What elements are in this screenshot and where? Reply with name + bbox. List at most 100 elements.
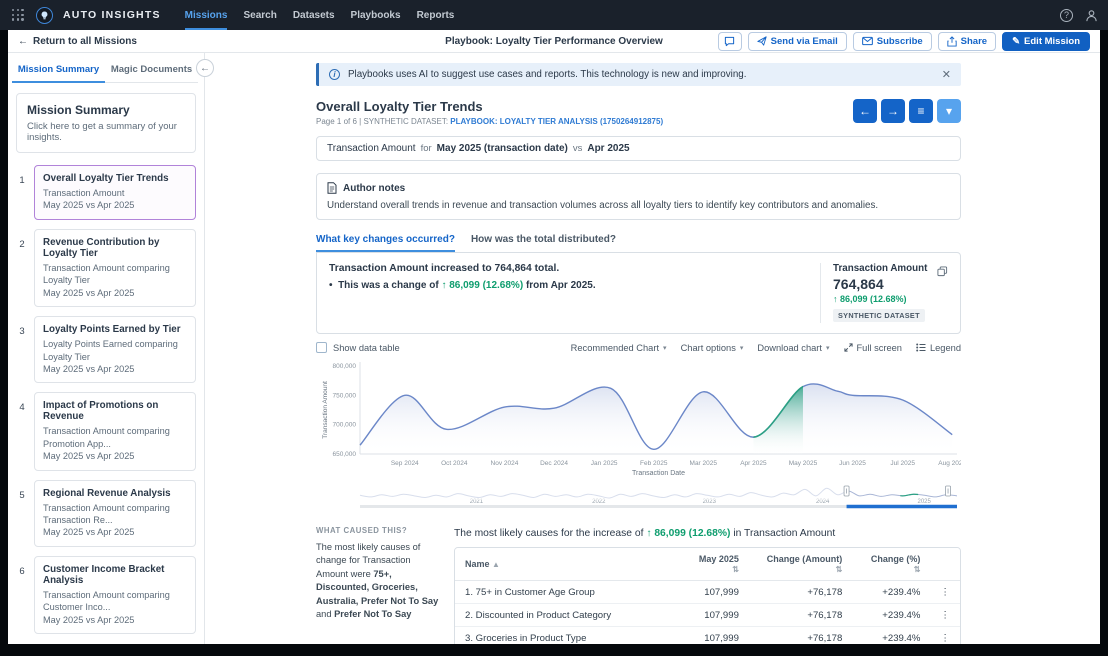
measure-filter-bar[interactable]: Transaction Amount for May 2025 (transac… [316, 136, 961, 161]
banner-text: Playbooks uses AI to suggest use cases a… [348, 69, 746, 80]
change-value: ↑ 86,099 (12.68%) [646, 528, 730, 539]
sidebar-tabs: Mission Summary Magic Documents [12, 57, 198, 83]
insight-card[interactable]: Loyalty Points Earned by Tier Loyalty Po… [34, 316, 196, 383]
top-navbar: AUTO INSIGHTS Missions Search Datasets P… [0, 0, 1108, 30]
svg-text:Transaction Amount: Transaction Amount [322, 381, 329, 439]
copy-icon[interactable] [937, 263, 948, 281]
insight-list-item-6: 6 Customer Income Bracket Analysis Trans… [16, 556, 196, 634]
chevron-down-icon: ▾ [740, 344, 744, 352]
nav-item-playbooks[interactable]: Playbooks [351, 0, 401, 30]
edit-mission-button[interactable]: ✎ Edit Mission [1002, 32, 1090, 51]
svg-text:Oct 2024: Oct 2024 [441, 460, 468, 467]
tab-mission-summary[interactable]: Mission Summary [12, 57, 105, 83]
chat-bubble-icon [724, 36, 735, 47]
tab-total-distributed[interactable]: How was the total distributed? [471, 234, 616, 252]
metric-title: Transaction Amount [833, 263, 948, 274]
table-row[interactable]: 2. Discounted in Product Category107,999… [455, 604, 960, 627]
fullscreen-button[interactable]: Full screen [844, 343, 902, 353]
mission-summary-card[interactable]: Mission Summary Click here to get a summ… [16, 93, 196, 153]
what-caused-this-panel: WHAT CAUSED THIS? The most likely causes… [316, 526, 440, 644]
send-icon [757, 36, 767, 46]
insight-card[interactable]: Regional Revenue Analysis Transaction Am… [34, 480, 196, 547]
send-via-email-button[interactable]: Send via Email [748, 32, 847, 51]
svg-text:Sep 2024: Sep 2024 [391, 460, 419, 467]
sidebar-collapse-button[interactable]: ← [196, 59, 214, 77]
back-arrow-icon: ← [18, 36, 28, 47]
tab-key-changes[interactable]: What key changes occurred? [316, 234, 455, 252]
show-data-table-label: Show data table [333, 343, 400, 353]
mission-sidebar: Mission Summary Magic Documents ← Missio… [8, 53, 205, 644]
sort-icon: ⇅ [914, 565, 921, 574]
recommended-chart-dropdown[interactable]: Recommended Chart▾ [571, 343, 667, 353]
pencil-icon: ✎ [1012, 36, 1020, 47]
user-icon[interactable] [1085, 9, 1098, 22]
page-meta: Page 1 of 6 | SYNTHETIC DATASET: PLAYBOO… [316, 117, 663, 126]
chevron-down-icon: ▾ [826, 344, 830, 352]
insight-card[interactable]: Revenue Contribution by Loyalty Tier Tra… [34, 229, 196, 307]
sort-asc-icon: ▲ [492, 560, 500, 569]
nav-item-missions[interactable]: Missions [185, 0, 228, 30]
chart-options-dropdown[interactable]: Chart options▾ [681, 343, 744, 353]
back-to-missions-link[interactable]: ← Return to all Missions [18, 36, 137, 47]
row-menu-icon[interactable]: ⋮ [930, 604, 960, 627]
transaction-amount-trend-chart[interactable]: 650,000 700,000 750,000 800,000 Transaction … [316, 358, 961, 476]
col-name[interactable]: Name ▲ [455, 548, 680, 581]
author-notes-text: Understand overall trends in revenue and… [327, 200, 950, 211]
insight-card[interactable]: Overall Loyalty Tier Trends Transaction … [34, 165, 196, 220]
causes-table: Name ▲ May 2025 ⇅ Change (Amount) ⇅ Chan… [454, 547, 961, 644]
table-header-row: Name ▲ May 2025 ⇅ Change (Amount) ⇅ Chan… [455, 548, 960, 581]
share-button[interactable]: Share [938, 32, 996, 51]
col-change-amount[interactable]: Change (Amount) ⇅ [749, 548, 852, 581]
page-menu-button[interactable]: ≡ [909, 99, 933, 123]
nav-item-search[interactable]: Search [243, 0, 276, 30]
svg-text:800,000: 800,000 [333, 363, 357, 370]
help-icon[interactable]: ? [1060, 9, 1073, 22]
insight-summary-box: Transaction Amount increased to 764,864 … [316, 252, 961, 334]
causes-table-title: The most likely causes for the increase … [454, 528, 961, 539]
document-icon [327, 182, 337, 194]
insight-card[interactable]: Impact of Promotions on Revenue Transact… [34, 392, 196, 470]
svg-text:2025: 2025 [917, 499, 931, 505]
ai-notice-banner: i Playbooks uses AI to suggest use cases… [316, 63, 961, 86]
chart-range-navigator[interactable]: 20212022202320242025 [316, 481, 961, 509]
svg-text:750,000: 750,000 [333, 392, 357, 399]
table-row[interactable]: 1. 75+ in Customer Age Group107,999 +76,… [455, 581, 960, 604]
auto-insights-logo-icon [36, 7, 53, 24]
insight-list-item-5: 5 Regional Revenue Analysis Transaction … [16, 480, 196, 547]
nav-item-datasets[interactable]: Datasets [293, 0, 335, 30]
app-grid-icon[interactable] [12, 9, 24, 21]
author-notes-title: Author notes [343, 183, 405, 194]
svg-text:Mar 2025: Mar 2025 [690, 460, 718, 467]
svg-text:Jan 2025: Jan 2025 [591, 460, 618, 467]
chart-toolbar: Show data table Recommended Chart▾ Chart… [316, 342, 961, 353]
legend-button[interactable]: Legend [916, 343, 961, 353]
comments-button[interactable] [718, 32, 742, 51]
row-menu-icon[interactable]: ⋮ [930, 581, 960, 604]
row-menu-icon[interactable]: ⋮ [930, 627, 960, 644]
insight-card[interactable]: Customer Income Bracket Analysis Transac… [34, 556, 196, 634]
svg-text:Dec 2024: Dec 2024 [540, 460, 568, 467]
svg-text:Apr 2025: Apr 2025 [740, 460, 767, 467]
page-dropdown-button[interactable]: ▾ [937, 99, 961, 123]
col-change-pct[interactable]: Change (%) ⇅ [852, 548, 930, 581]
svg-text:Jun 2025: Jun 2025 [839, 460, 866, 467]
next-page-button[interactable]: → [881, 99, 905, 123]
insight-list-item-1: 1 Overall Loyalty Tier Trends Transactio… [16, 165, 196, 220]
show-data-table-checkbox[interactable] [316, 342, 327, 353]
sort-icon: ⇅ [836, 565, 843, 574]
banner-close-icon[interactable]: ✕ [942, 68, 951, 81]
share-icon [947, 36, 957, 47]
svg-text:650,000: 650,000 [333, 451, 357, 458]
dataset-link[interactable]: PLAYBOOK: LOYALTY TIER ANALYSIS (1750264… [450, 117, 663, 126]
prev-page-button[interactable]: ← [853, 99, 877, 123]
tab-magic-documents[interactable]: Magic Documents [105, 57, 198, 83]
nav-item-reports[interactable]: Reports [417, 0, 455, 30]
table-row[interactable]: 3. Groceries in Product Type107,999 +76,… [455, 627, 960, 644]
what-caused-this-heading: WHAT CAUSED THIS? [316, 526, 440, 535]
legend-icon [916, 343, 926, 352]
insight-list-item-2: 2 Revenue Contribution by Loyalty Tier T… [16, 229, 196, 307]
svg-text:700,000: 700,000 [333, 422, 357, 429]
subscribe-button[interactable]: Subscribe [853, 32, 932, 51]
col-may-2025[interactable]: May 2025 ⇅ [680, 548, 749, 581]
download-chart-dropdown[interactable]: Download chart▾ [757, 343, 829, 353]
